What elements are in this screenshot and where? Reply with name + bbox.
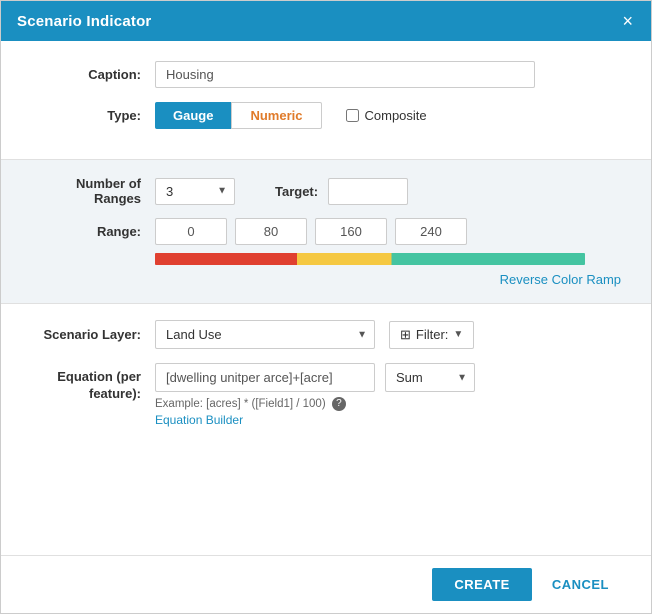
equation-input[interactable] — [155, 363, 375, 392]
reverse-ramp-link-container: Reverse Color Ramp — [155, 271, 621, 289]
equation-content: Example: [acres] * ([Field1] / 100) ? Eq… — [155, 363, 475, 427]
scenario-layer-row: Scenario Layer: Land Use ▼ ⊞ Filter: ▼ — [31, 320, 621, 349]
equation-left-col: Example: [acres] * ([Field1] / 100) ? Eq… — [155, 363, 375, 427]
filter-label: Filter: — [416, 327, 449, 342]
scenario-layer-label: Scenario Layer: — [31, 327, 141, 342]
cancel-button[interactable]: CANCEL — [534, 568, 627, 601]
scenario-select-wrap: Land Use ▼ — [155, 320, 375, 349]
range-inputs-group — [155, 218, 467, 245]
dialog-header: Scenario Indicator × — [1, 1, 651, 41]
scenario-layer-select[interactable]: Land Use — [155, 320, 375, 349]
filter-arrow-icon: ▼ — [453, 329, 463, 340]
composite-text: Composite — [365, 108, 427, 123]
equation-label: Equation (perfeature): — [31, 363, 141, 403]
range-input-0[interactable] — [155, 218, 227, 245]
ranges-row: Number of Ranges 3 2 4 5 ▼ Target: — [31, 176, 621, 206]
section-top: Caption: Type: Gauge Numeric Composite — [1, 41, 651, 159]
sum-select-wrap: Sum Average Min Max ▼ — [385, 363, 475, 392]
close-button[interactable]: × — [620, 12, 635, 30]
numeric-button[interactable]: Numeric — [231, 102, 321, 129]
target-input[interactable] — [328, 178, 408, 205]
composite-label[interactable]: Composite — [346, 108, 427, 123]
range-input-1[interactable] — [235, 218, 307, 245]
help-icon[interactable]: ? — [332, 397, 346, 411]
target-label: Target: — [275, 184, 318, 199]
gauge-button[interactable]: Gauge — [155, 102, 231, 129]
range-values-row: Range: — [31, 218, 621, 245]
type-label: Type: — [31, 108, 141, 123]
filter-button[interactable]: ⊞ Filter: ▼ — [389, 321, 474, 349]
color-ramp-bar — [155, 253, 585, 265]
sum-select[interactable]: Sum Average Min Max — [385, 363, 475, 392]
reverse-color-ramp-link[interactable]: Reverse Color Ramp — [500, 272, 621, 287]
type-buttons: Gauge Numeric Composite — [155, 102, 427, 129]
section-bottom: Scenario Layer: Land Use ▼ ⊞ Filter: ▼ E… — [1, 304, 651, 437]
equation-row: Equation (perfeature): Example: [acres] … — [31, 363, 621, 427]
caption-row: Caption: — [31, 61, 621, 88]
scenario-indicator-dialog: Scenario Indicator × Caption: Type: Gaug… — [0, 0, 652, 614]
type-row: Type: Gauge Numeric Composite — [31, 102, 621, 129]
range-input-2[interactable] — [315, 218, 387, 245]
dialog-footer: CREATE CANCEL — [1, 555, 651, 613]
equation-example: Example: [acres] * ([Field1] / 100) ? — [155, 397, 375, 411]
equation-builder-link[interactable]: Equation Builder — [155, 413, 375, 427]
num-ranges-select[interactable]: 3 2 4 5 — [155, 178, 235, 205]
caption-input[interactable] — [155, 61, 535, 88]
create-button[interactable]: CREATE — [432, 568, 531, 601]
range-input-3[interactable] — [395, 218, 467, 245]
dialog-title: Scenario Indicator — [17, 13, 151, 30]
filter-icon: ⊞ — [400, 327, 411, 343]
dialog-body: Caption: Type: Gauge Numeric Composite — [1, 41, 651, 555]
num-ranges-select-wrap: 3 2 4 5 ▼ — [155, 178, 235, 205]
num-ranges-label: Number of Ranges — [31, 176, 141, 206]
range-label: Range: — [31, 224, 141, 239]
section-gray: Number of Ranges 3 2 4 5 ▼ Target: Range… — [1, 159, 651, 304]
caption-label: Caption: — [31, 67, 141, 82]
composite-checkbox[interactable] — [346, 109, 359, 122]
